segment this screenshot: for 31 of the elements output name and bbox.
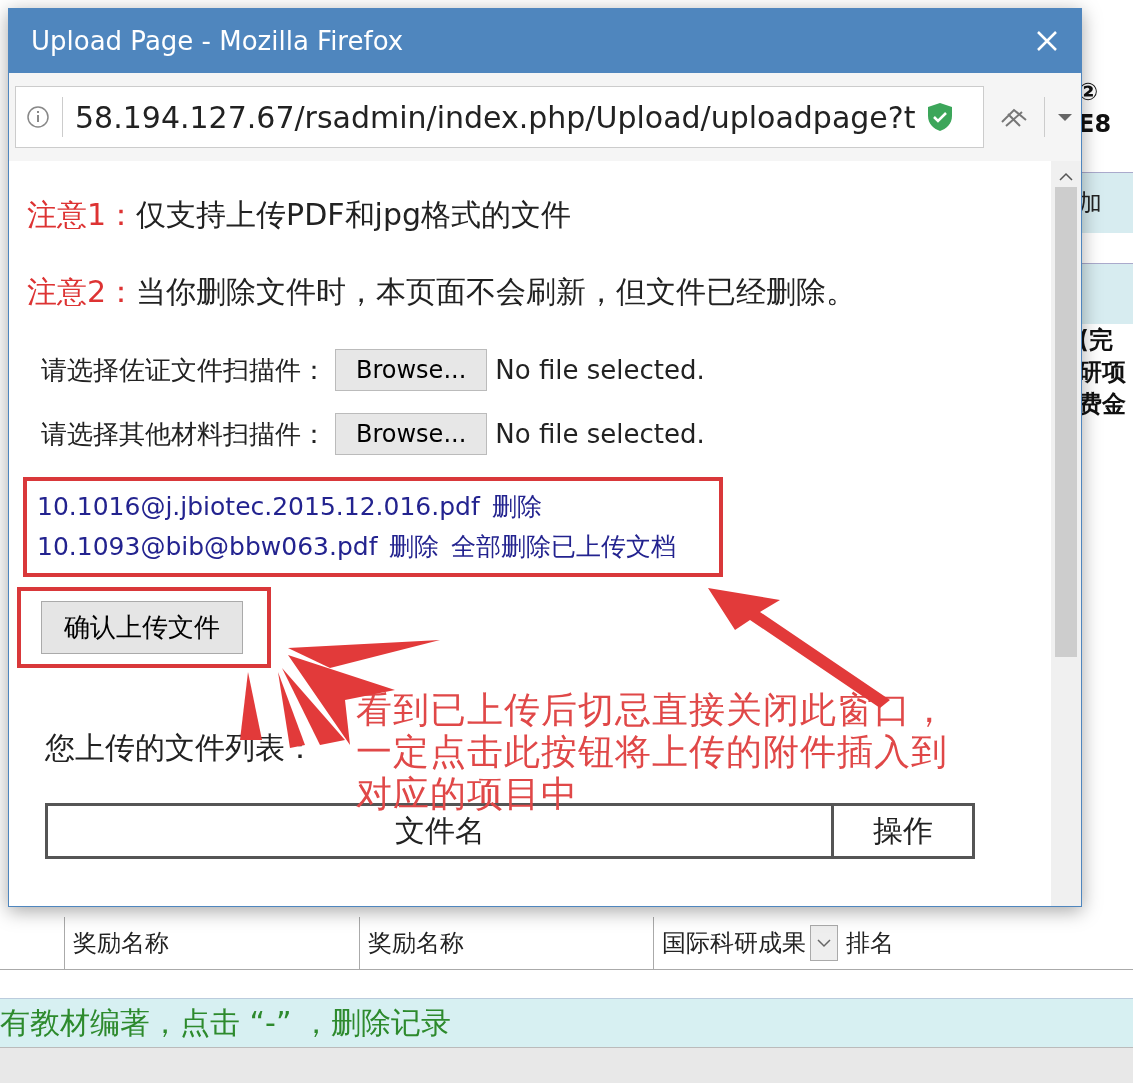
note-text: 仅支持上传PDF和jpg格式的文件 bbox=[136, 197, 571, 232]
confirm-upload-button[interactable]: 确认上传文件 bbox=[41, 601, 243, 654]
category-select[interactable]: 国际科研成果 bbox=[654, 917, 839, 969]
table-cell: 奖励名称 bbox=[359, 917, 655, 969]
browse-button[interactable]: Browse... bbox=[335, 349, 488, 391]
file-status: No file selected. bbox=[495, 419, 705, 449]
close-icon[interactable] bbox=[1035, 29, 1059, 53]
file-link[interactable]: 10.1016@j.jbiotec.2015.12.016.pdf bbox=[37, 492, 480, 521]
delete-all-link[interactable]: 全部删除已上传文档 bbox=[451, 532, 677, 561]
note-label: 注意2： bbox=[27, 274, 137, 309]
column-header: 操作 bbox=[832, 804, 974, 858]
note-label: 注意1： bbox=[27, 197, 137, 232]
window-title: Upload Page - Mozilla Firefox bbox=[31, 26, 404, 56]
caret-icon bbox=[810, 925, 839, 961]
info-icon[interactable] bbox=[26, 105, 50, 129]
notice-text: 有教材编著，点击 “-” ，删除记录 bbox=[0, 998, 1133, 1047]
url-text: 58.194.127.67/rsadmin/index.php/Upload/uploadpage?t bbox=[75, 99, 916, 135]
field-label: 请选择其他材料扫描件： bbox=[41, 417, 327, 451]
delete-link[interactable]: 删除 bbox=[389, 532, 440, 561]
browse-button[interactable]: Browse... bbox=[335, 413, 488, 455]
file-link[interactable]: 10.1093@bib@bbw063.pdf bbox=[37, 532, 378, 561]
scrollbar[interactable] bbox=[1051, 161, 1081, 906]
field-label: 请选择佐证文件扫描件： bbox=[41, 353, 327, 387]
shield-icon[interactable] bbox=[927, 102, 954, 132]
table-cell: 奖励名称 bbox=[64, 917, 360, 969]
delete-link[interactable]: 删除 bbox=[491, 492, 542, 521]
table-cell-text: 排名 bbox=[845, 928, 896, 959]
file-status: No file selected. bbox=[495, 355, 705, 385]
scroll-up-icon[interactable] bbox=[1058, 171, 1074, 183]
address-bar[interactable]: 58.194.127.67/rsadmin/index.php/Upload/uploadpage?t bbox=[15, 86, 984, 148]
note-text: 当你删除文件时，本页面不会刷新，但文件已经删除。 bbox=[136, 274, 857, 309]
